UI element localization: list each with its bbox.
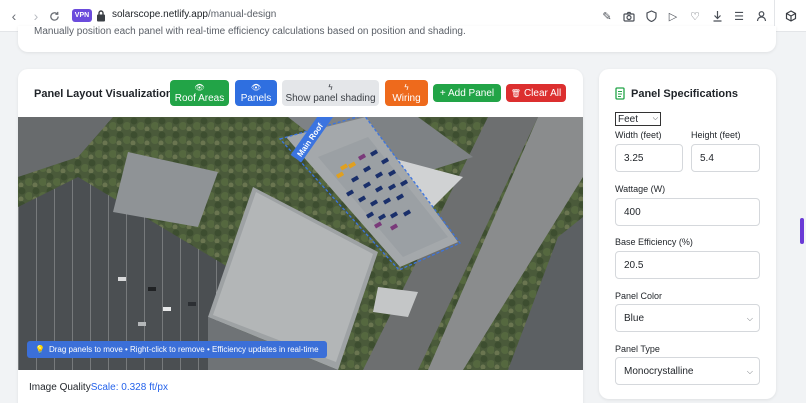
height-label: Height (feet) — [691, 130, 741, 140]
panel-shading-button[interactable]: ϟ Show panel shading — [282, 80, 379, 106]
width-label: Width (feet) — [615, 130, 662, 140]
back-icon[interactable]: ‹ — [6, 8, 22, 24]
roof-map-canvas[interactable]: Main Roof — [18, 117, 583, 370]
panel-layout-card: Panel Layout Visualization 👁 Roof Areas … — [18, 69, 583, 403]
panel-layout-title: Panel Layout Visualization — [34, 88, 173, 100]
profile-icon[interactable] — [754, 8, 768, 24]
menu-icon[interactable]: ☰ — [732, 8, 746, 24]
edit-icon[interactable]: ✎ — [600, 8, 614, 24]
wattage-input[interactable]: 400 — [615, 198, 760, 226]
page-scrollbar[interactable] — [798, 32, 806, 403]
chevron-down-icon: ⌵ — [746, 314, 753, 323]
image-quality: Image QualityScale: 0.328 ft/px — [29, 382, 168, 393]
panel-type-label: Panel Type — [615, 344, 660, 354]
add-panel-button[interactable]: + Add Panel — [433, 84, 501, 102]
chevron-down-icon: ⌵ — [746, 367, 753, 376]
panel-type-select[interactable]: Monocrystalline ⌵ — [615, 357, 760, 385]
intro-text: Manually position each panel with real-t… — [34, 26, 466, 37]
forward-icon[interactable]: › — [28, 8, 44, 24]
extensions-icon[interactable] — [774, 0, 806, 32]
spec-title: Panel Specifications — [631, 88, 738, 100]
panels-button[interactable]: 👁 Panels — [235, 80, 277, 106]
heart-icon[interactable]: ♡ — [688, 8, 702, 24]
document-icon — [615, 87, 625, 100]
chevron-down-icon: ⌵ — [652, 115, 658, 122]
panel-color-select[interactable]: Blue ⌵ — [615, 304, 760, 332]
play-icon[interactable]: ▷ — [666, 8, 680, 24]
wiring-button[interactable]: ϟ Wiring — [385, 80, 428, 106]
height-input[interactable]: 5.4 — [691, 144, 760, 172]
eye-icon: 👁 — [194, 83, 205, 92]
camera-icon[interactable] — [622, 8, 636, 24]
clear-all-button[interactable]: 🗑 Clear All — [506, 84, 566, 102]
width-input[interactable]: 3.25 — [615, 144, 683, 172]
lock-icon — [97, 10, 105, 22]
vpn-badge[interactable]: VPN — [72, 9, 92, 22]
download-icon[interactable] — [710, 8, 724, 24]
map-hint: 💡 Drag panels to move • Right-click to r… — [27, 341, 327, 358]
reload-icon[interactable] — [46, 8, 62, 24]
roof-areas-button[interactable]: 👁 Roof Areas — [170, 80, 229, 106]
shield-icon[interactable] — [644, 8, 658, 24]
trash-icon: 🗑 — [510, 88, 521, 98]
wattage-label: Wattage (W) — [615, 184, 666, 194]
eye-icon: 👁 — [250, 83, 262, 92]
panel-color-label: Panel Color — [615, 291, 663, 301]
efficiency-label: Base Efficiency (%) — [615, 237, 693, 247]
unit-select[interactable]: Feet ⌵ — [615, 112, 661, 126]
intro-card: Manually position each panel with real-t… — [18, 26, 776, 52]
scale-readout: Scale: 0.328 ft/px — [90, 382, 168, 393]
efficiency-input[interactable]: 20.5 — [615, 251, 760, 279]
lightbulb-icon: 💡 — [35, 345, 45, 354]
scrollbar-thumb[interactable] — [800, 218, 804, 244]
address-bar[interactable]: solarscope.netlify.app/manual-design — [112, 9, 276, 20]
satellite-map[interactable]: Main Roof 💡 Drag panels to move • Right-… — [18, 117, 583, 370]
panel-specifications-card: Panel Specifications Feet ⌵ Width (feet)… — [599, 69, 776, 399]
bolt-icon: ϟ — [404, 83, 409, 92]
bolt-icon: ϟ — [328, 83, 333, 92]
